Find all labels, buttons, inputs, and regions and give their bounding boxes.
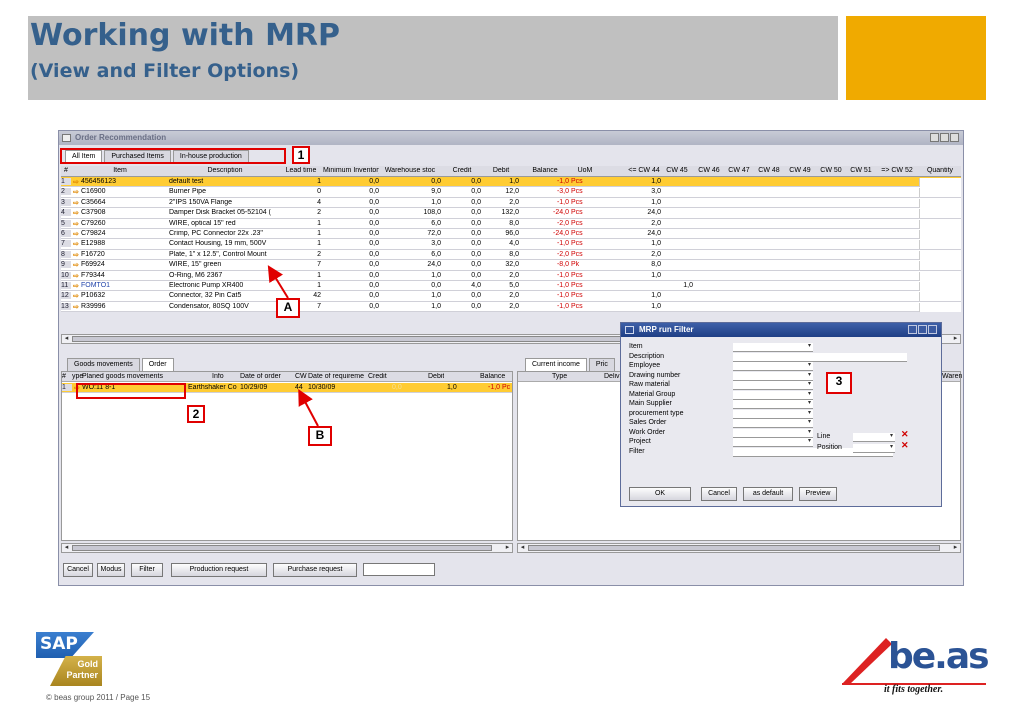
- sap-gold-partner-logo: SAP Gold Partner: [36, 632, 102, 686]
- partner-text: Partner: [66, 670, 98, 680]
- beas-logo: be.as it fits together.: [836, 632, 990, 698]
- gold-partner-badge: Gold Partner: [50, 656, 102, 686]
- arrow-a: [267, 265, 289, 299]
- beas-tagline: it fits together.: [884, 684, 944, 695]
- copyright-text: © beas group 2011 / Page 15: [46, 693, 151, 702]
- gold-text: Gold: [77, 659, 99, 669]
- callout-arrows: [267, 265, 319, 427]
- sap-logo-text: SAP: [36, 632, 94, 658]
- arrow-b: [298, 388, 319, 427]
- beas-logo-text: be.as: [888, 636, 990, 677]
